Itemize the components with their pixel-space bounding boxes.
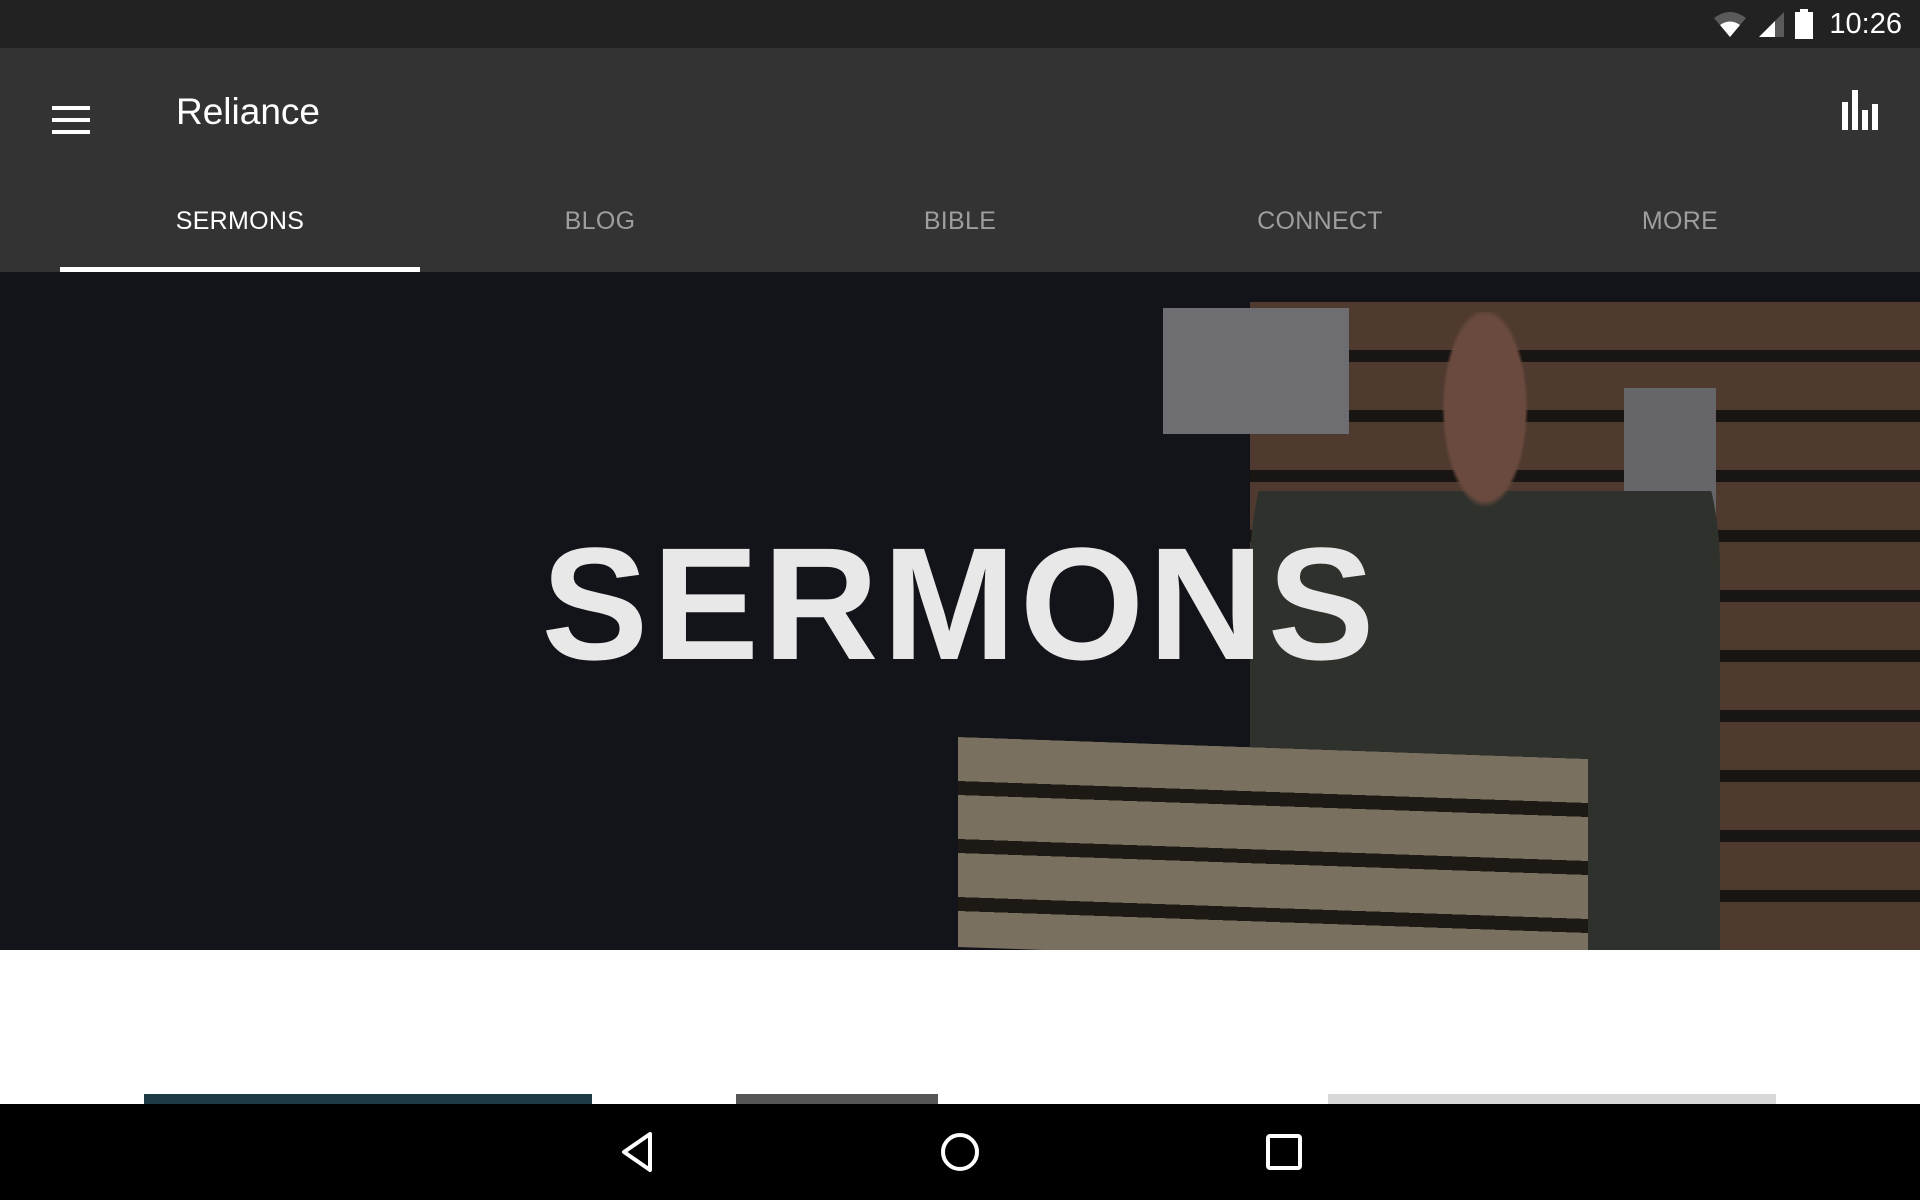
hamburger-line [52, 118, 90, 122]
home-button[interactable] [934, 1126, 986, 1178]
sermon-card[interactable] [144, 1094, 592, 1104]
stats-button[interactable] [1834, 86, 1890, 142]
status-bar: 10:26 [0, 0, 1920, 48]
menu-button[interactable] [46, 96, 98, 148]
wifi-icon [1714, 12, 1747, 37]
tab-bar: SERMONS BLOG BIBLE CONNECT MORE [60, 170, 1860, 272]
back-icon [622, 1132, 652, 1172]
sermon-card[interactable] [1328, 1094, 1776, 1104]
tab-more[interactable]: MORE [1500, 170, 1860, 272]
back-button[interactable] [612, 1126, 664, 1178]
tab-bible[interactable]: BIBLE [780, 170, 1140, 272]
hero-banner: SERMONS [0, 272, 1920, 950]
bar-chart-icon [1842, 90, 1878, 130]
hamburger-menu-icon [52, 106, 90, 110]
hero-pulpit-image [958, 737, 1588, 950]
battery-icon [1795, 9, 1814, 39]
sermon-cards-row [0, 1094, 1920, 1104]
recents-icon [1266, 1134, 1302, 1170]
tab-connect[interactable]: CONNECT [1140, 170, 1500, 272]
clock: 10:26 [1829, 7, 1902, 40]
tab-blog[interactable]: BLOG [420, 170, 780, 272]
app-bar: Reliance SERMONS BLOG BIBLE CONNECT MORE [0, 48, 1920, 272]
cell-signal-icon [1759, 12, 1785, 37]
home-icon [941, 1133, 979, 1171]
recents-button[interactable] [1258, 1126, 1310, 1178]
status-icons: 10:26 [1713, 0, 1902, 48]
hamburger-line [52, 130, 90, 134]
hero-title: SERMONS [541, 514, 1379, 693]
sermon-card[interactable] [736, 1094, 938, 1104]
app-title: Reliance [176, 91, 320, 132]
tab-sermons[interactable]: SERMONS [60, 170, 420, 272]
system-nav-bar [0, 1104, 1920, 1200]
